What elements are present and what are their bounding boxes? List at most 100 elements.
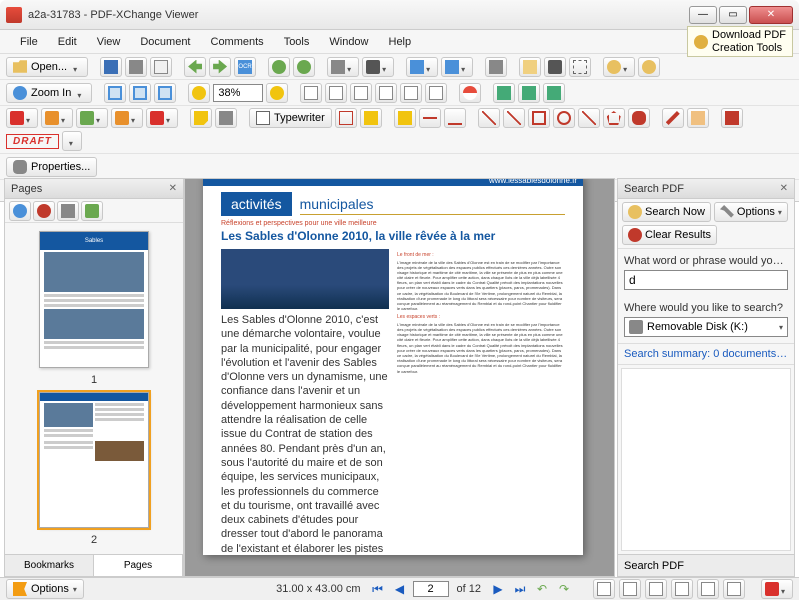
sb-layout4[interactable]	[671, 579, 693, 599]
fit-page-button[interactable]	[129, 83, 151, 103]
sb-layout3[interactable]	[645, 579, 667, 599]
polyline-button[interactable]	[578, 108, 600, 128]
stamp-dd-button[interactable]	[62, 131, 82, 151]
first-page-button[interactable]: ⏮	[369, 580, 387, 598]
properties-button[interactable]: Properties...	[6, 157, 97, 177]
sound-button[interactable]	[485, 57, 507, 77]
menu-comments[interactable]: Comments	[201, 33, 274, 51]
prev-view-button[interactable]: ↶	[533, 580, 551, 598]
callout-button[interactable]	[360, 108, 382, 128]
underline-button[interactable]	[444, 108, 466, 128]
camera-button[interactable]	[362, 57, 394, 77]
badge-button[interactable]	[459, 83, 481, 103]
snapshot-button[interactable]	[327, 57, 359, 77]
thumb-opts-button[interactable]	[81, 201, 103, 221]
search-location-select[interactable]: Removable Disk (K:)	[624, 317, 788, 337]
open-button[interactable]: Open...	[6, 57, 88, 77]
thumbnail-1[interactable]: Sables	[39, 231, 149, 368]
close-search-button[interactable]: ✕	[780, 183, 788, 194]
redo-button[interactable]	[209, 57, 231, 77]
clear-results-button[interactable]: Clear Results	[622, 225, 717, 245]
maximize-button[interactable]: ▭	[719, 6, 747, 24]
search-options-button[interactable]: Options	[714, 202, 788, 222]
attach-button[interactable]	[215, 108, 237, 128]
close-panel-button[interactable]: ✕	[169, 183, 177, 194]
page-layout1-button[interactable]	[300, 83, 322, 103]
textbox-button[interactable]	[335, 108, 357, 128]
sb-layout2[interactable]	[619, 579, 641, 599]
menu-file[interactable]: File	[10, 33, 48, 51]
measure3-button[interactable]	[543, 83, 565, 103]
rotate-right-button[interactable]	[293, 57, 315, 77]
select-button[interactable]	[544, 57, 566, 77]
menu-tools[interactable]: Tools	[274, 33, 320, 51]
export-button[interactable]	[406, 57, 438, 77]
oval-button[interactable]	[553, 108, 575, 128]
typewriter-button[interactable]: Typewriter	[249, 108, 332, 128]
thumb-print-button[interactable]	[57, 201, 79, 221]
ocr-button[interactable]: OCR	[234, 57, 256, 77]
page-layout5-button[interactable]	[400, 83, 422, 103]
menu-edit[interactable]: Edit	[48, 33, 87, 51]
sb-layout6[interactable]	[723, 579, 745, 599]
measure2-button[interactable]	[518, 83, 540, 103]
strikeout-button[interactable]	[419, 108, 441, 128]
polygon-button[interactable]	[603, 108, 625, 128]
highlight-button[interactable]	[394, 108, 416, 128]
color4-button[interactable]	[111, 108, 143, 128]
undo-button[interactable]	[184, 57, 206, 77]
thumbnail-2[interactable]	[39, 392, 149, 529]
color5-button[interactable]	[146, 108, 178, 128]
page-layout6-button[interactable]	[425, 83, 447, 103]
tab-pages[interactable]: Pages	[94, 555, 183, 576]
download-pdf-tools-button[interactable]: Download PDFCreation Tools	[687, 26, 793, 56]
arrow-button[interactable]	[478, 108, 500, 128]
close-button[interactable]: ✕	[749, 6, 793, 24]
export2-button[interactable]	[441, 57, 473, 77]
sticky-button[interactable]	[190, 108, 212, 128]
page-layout3-button[interactable]	[350, 83, 372, 103]
zoomin-button[interactable]: Zoom In	[6, 83, 92, 103]
menu-window[interactable]: Window	[319, 33, 378, 51]
last-page-button[interactable]: ⏭	[511, 580, 529, 598]
sb-layout5[interactable]	[697, 579, 719, 599]
find-button[interactable]	[603, 57, 635, 77]
menu-help[interactable]: Help	[379, 33, 422, 51]
next-page-button[interactable]: ▶	[489, 580, 507, 598]
save-button[interactable]	[100, 57, 122, 77]
crop-button[interactable]	[569, 57, 591, 77]
email-button[interactable]	[150, 57, 172, 77]
sb-layout1[interactable]	[593, 579, 615, 599]
page-number-input[interactable]	[413, 581, 449, 597]
prev-page-button[interactable]: ◀	[391, 580, 409, 598]
zoom-out-button[interactable]	[188, 83, 210, 103]
measure1-button[interactable]	[493, 83, 515, 103]
page-layout4-button[interactable]	[375, 83, 397, 103]
actual-size-button[interactable]	[104, 83, 126, 103]
search-button[interactable]	[638, 57, 660, 77]
print-button[interactable]	[125, 57, 147, 77]
thumb-zoomout-button[interactable]	[33, 201, 55, 221]
pencil-button[interactable]	[662, 108, 684, 128]
rect-button[interactable]	[528, 108, 550, 128]
sb-pdf-button[interactable]	[761, 579, 793, 599]
line-button[interactable]	[503, 108, 525, 128]
draft-stamp[interactable]: DRAFT	[6, 134, 59, 149]
color2-button[interactable]	[41, 108, 73, 128]
zoom-in2-button[interactable]	[266, 83, 288, 103]
zoom-input[interactable]	[213, 84, 263, 102]
next-view-button[interactable]: ↷	[555, 580, 573, 598]
stamp-button[interactable]	[721, 108, 743, 128]
tab-bookmarks[interactable]: Bookmarks	[5, 555, 94, 576]
color1-button[interactable]	[6, 108, 38, 128]
rotate-left-button[interactable]	[268, 57, 290, 77]
page-layout2-button[interactable]	[325, 83, 347, 103]
minimize-button[interactable]: —	[689, 6, 717, 24]
color3-button[interactable]	[76, 108, 108, 128]
eraser-button[interactable]	[687, 108, 709, 128]
cloud-button[interactable]	[628, 108, 650, 128]
document-view[interactable]: www.lessablesdolonne.fr activités munici…	[184, 178, 615, 577]
fit-width-button[interactable]	[154, 83, 176, 103]
search-now-button[interactable]: Search Now	[622, 202, 711, 222]
menu-view[interactable]: View	[87, 33, 131, 51]
